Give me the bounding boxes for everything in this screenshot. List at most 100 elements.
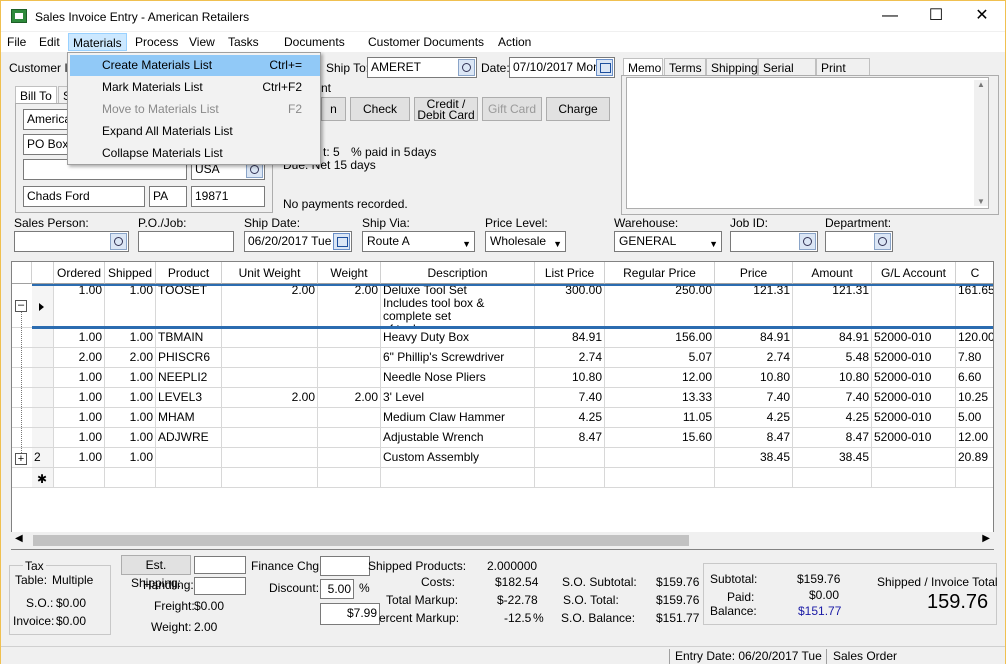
grid-cell-amount[interactable]: 4.25 [793, 408, 872, 428]
menu-view[interactable]: View [189, 35, 215, 49]
tab-serial-no[interactable]: Serial No. [758, 58, 816, 89]
grid-cell-desc[interactable]: 3' Level [381, 388, 535, 408]
grid-cell-amount[interactable]: 84.91 [793, 328, 872, 348]
grid-cell-w[interactable]: 2.00 [318, 284, 381, 328]
charge-button[interactable]: Charge [546, 97, 610, 121]
menu-materials[interactable]: Materials [68, 33, 127, 51]
grid-cell-ordered[interactable]: 1.00 [54, 428, 105, 448]
col-list-price[interactable]: List Price [535, 262, 605, 284]
grid-cell-product[interactable] [156, 468, 222, 488]
scroll-thumb[interactable] [33, 535, 689, 546]
grid-cell-c[interactable] [956, 468, 993, 488]
grid-cell-amount[interactable] [793, 468, 872, 488]
grid-cell-shipped[interactable]: 1.00 [105, 428, 156, 448]
grid-cell-list[interactable]: 84.91 [535, 328, 605, 348]
minimize-button[interactable]: — [867, 1, 913, 31]
grid-cell-uw[interactable] [222, 408, 318, 428]
calendar-icon[interactable] [333, 233, 350, 250]
est-shipping-button[interactable]: Est. Shipping: [121, 555, 191, 590]
menu-documents[interactable]: Documents [284, 35, 345, 49]
grid-cell-product[interactable]: PHISCR6 [156, 348, 222, 368]
ship-via-select[interactable]: Route A ▼ [362, 231, 475, 252]
grid-cell-ordered[interactable] [54, 468, 105, 488]
grid-cell-list[interactable] [535, 448, 605, 468]
grid-cell-gl[interactable]: 52000-010 [872, 428, 956, 448]
grid-cell-c[interactable]: 20.89 [956, 448, 993, 468]
grid-cell-c[interactable]: 5.00 [956, 408, 993, 428]
grid-cell-reg[interactable]: 156.00 [605, 328, 715, 348]
grid-cell-gl[interactable]: 52000-010 [872, 328, 956, 348]
col-product[interactable]: Product [156, 262, 222, 284]
maximize-button[interactable]: ☐ [913, 1, 959, 31]
grid-cell-shipped[interactable]: 1.00 [105, 408, 156, 428]
menu-item-create-materials-list[interactable]: Create Materials List Ctrl+= [70, 55, 320, 76]
grid-cell-list[interactable]: 300.00 [535, 284, 605, 328]
grid-cell-price[interactable]: 7.40 [715, 388, 793, 408]
grid-cell-product[interactable]: TOOSET [156, 284, 222, 328]
grid-cell-shipped[interactable]: 1.00 [105, 368, 156, 388]
grid-cell-product[interactable] [156, 448, 222, 468]
grid-cell-amount[interactable]: 121.31 [793, 284, 872, 328]
grid-cell-desc[interactable]: Heavy Duty Box [381, 328, 535, 348]
col-shipped[interactable]: Shipped [105, 262, 156, 284]
grid-cell-w[interactable]: 2.00 [318, 388, 381, 408]
grid-cell-w[interactable] [318, 428, 381, 448]
grid-cell-list[interactable]: 4.25 [535, 408, 605, 428]
grid-cell-product[interactable]: LEVEL3 [156, 388, 222, 408]
grid-cell-price[interactable]: 8.47 [715, 428, 793, 448]
grid-cell-product[interactable]: NEEPLI2 [156, 368, 222, 388]
grid-cell-shipped[interactable] [105, 468, 156, 488]
grid-cell-c[interactable]: 7.80 [956, 348, 993, 368]
grid-cell-w[interactable] [318, 408, 381, 428]
search-icon[interactable] [458, 59, 475, 76]
grid-cell-desc[interactable]: Deluxe Tool Set Includes tool box & compl… [381, 284, 535, 328]
grid-cell-c[interactable]: 10.25 [956, 388, 993, 408]
grid-cell-reg[interactable]: 15.60 [605, 428, 715, 448]
grid-cell-ordered[interactable]: 1.00 [54, 388, 105, 408]
grid-cell-c[interactable]: 120.00 [956, 328, 993, 348]
expand-icon[interactable]: + [15, 453, 27, 465]
menu-process[interactable]: Process [135, 35, 178, 49]
grid-cell-shipped[interactable]: 1.00 [105, 284, 156, 328]
grid-cell-price[interactable]: 84.91 [715, 328, 793, 348]
grid-cell-product[interactable]: MHAM [156, 408, 222, 428]
grid-cell-gl[interactable]: 52000-010 [872, 348, 956, 368]
grid-cell-shipped[interactable]: 1.00 [105, 448, 156, 468]
collapse-icon[interactable]: – [15, 300, 27, 312]
sales-person-field[interactable] [14, 231, 129, 252]
menu-customer-documents[interactable]: Customer Documents [368, 35, 484, 49]
date-field[interactable]: 07/10/2017 Mon [509, 57, 615, 78]
warehouse-select[interactable]: GENERAL ▼ [614, 231, 722, 252]
grid-cell-list[interactable]: 8.47 [535, 428, 605, 448]
col-weight[interactable]: Weight [318, 262, 381, 284]
grid-cell-w[interactable] [318, 328, 381, 348]
grid-cell-reg[interactable]: 250.00 [605, 284, 715, 328]
grid-cell-price[interactable]: 121.31 [715, 284, 793, 328]
grid-horizontal-scrollbar[interactable]: ◀ ▶ [11, 532, 994, 549]
grid-cell-list[interactable]: 10.80 [535, 368, 605, 388]
credit-card-button[interactable]: Credit / Debit Card [414, 97, 478, 121]
grid-cell-uw[interactable]: 2.00 [222, 284, 318, 328]
grid-cell-reg[interactable]: 5.07 [605, 348, 715, 368]
grid-cell-amount[interactable]: 10.80 [793, 368, 872, 388]
grid-cell-shipped[interactable]: 2.00 [105, 348, 156, 368]
state-field[interactable]: PA [149, 186, 187, 207]
ship-to-field[interactable]: AMERET [367, 57, 477, 78]
menu-action[interactable]: Action [498, 35, 531, 49]
col-unit-weight[interactable]: Unit Weight [222, 262, 318, 284]
department-field[interactable] [825, 231, 893, 252]
close-button[interactable]: ✕ [959, 1, 1005, 31]
handling-field[interactable] [194, 577, 246, 595]
menu-file[interactable]: File [7, 35, 26, 49]
grid-cell-list[interactable]: 7.40 [535, 388, 605, 408]
grid-cell-reg[interactable]: 13.33 [605, 388, 715, 408]
grid-cell-desc[interactable]: Needle Nose Pliers [381, 368, 535, 388]
grid-cell-shipped[interactable]: 1.00 [105, 328, 156, 348]
menu-item-move-to-materials-list[interactable]: Move to Materials List F2 [70, 99, 320, 120]
address-line-2[interactable]: PO Box [23, 134, 68, 155]
grid-cell-uw[interactable]: 2.00 [222, 388, 318, 408]
scroll-right-icon[interactable]: ▶ [982, 533, 990, 544]
col-amount[interactable]: Amount [793, 262, 872, 284]
discount-amount-field[interactable]: $7.99 [320, 603, 380, 625]
grid-cell-gl[interactable]: 52000-010 [872, 388, 956, 408]
